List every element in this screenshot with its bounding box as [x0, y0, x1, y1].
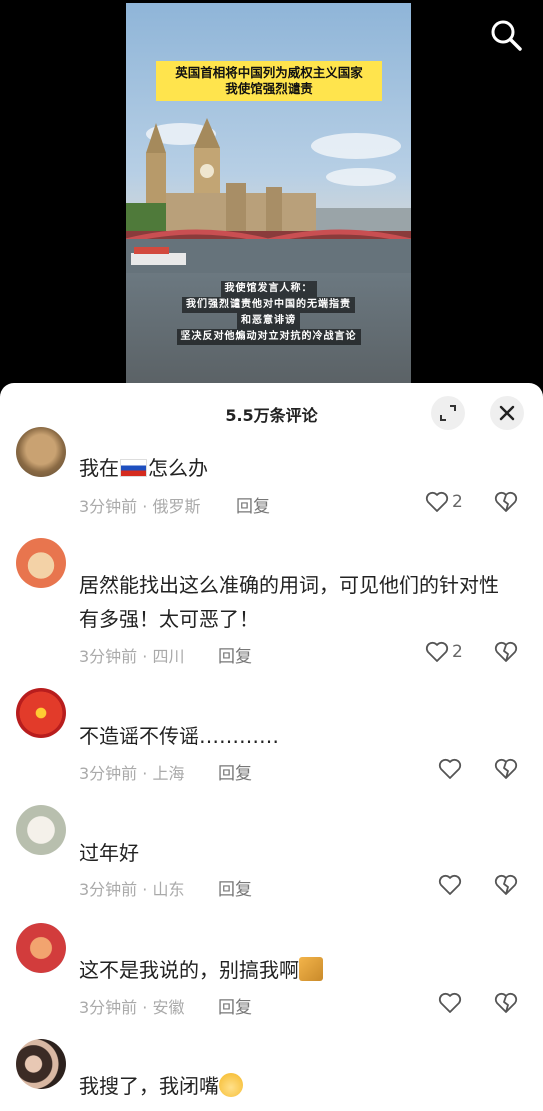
expand-button[interactable]: [431, 396, 465, 430]
avatar[interactable]: [16, 688, 66, 738]
comment-text: 这不是我说的，别搞我啊: [79, 953, 529, 987]
expand-icon: [440, 405, 456, 421]
comment-meta: 3分钟前 · 俄罗斯: [79, 497, 201, 516]
reply-button[interactable]: 回复: [218, 993, 252, 1018]
russia-flag-icon: [120, 459, 147, 477]
heart-icon[interactable]: [438, 992, 462, 1014]
comments-panel: 5.5万条评论 我在 怎么办 3分钟前 · 俄罗斯 回复 2 居然能找出这么准确的…: [0, 383, 543, 1111]
reply-button[interactable]: 回复: [218, 759, 252, 784]
reply-button[interactable]: 回复: [218, 642, 252, 667]
comment-meta: 3分钟前 · 上海: [79, 764, 185, 783]
comment-meta: 3分钟前 · 山东: [79, 880, 185, 899]
cat-emoji-icon: [299, 957, 323, 981]
like-count: 2: [452, 492, 463, 512]
comment-text: 我在 怎么办: [79, 456, 208, 480]
comment-text: 我搜了，我闭嘴: [79, 1069, 529, 1103]
close-button[interactable]: [490, 396, 524, 430]
heart-icon[interactable]: [425, 641, 449, 663]
dislike-icon[interactable]: [494, 874, 518, 896]
comment-meta: 3分钟前 · 四川: [79, 647, 185, 666]
avatar[interactable]: [16, 1039, 66, 1089]
parliament-image: [126, 118, 411, 273]
heart-icon[interactable]: [425, 491, 449, 513]
comment-text: 不造谣不传谣…………: [79, 724, 279, 748]
dislike-icon[interactable]: [494, 992, 518, 1014]
dislike-icon[interactable]: [494, 491, 518, 513]
pleading-face-emoji-icon: [219, 1073, 243, 1097]
reply-button[interactable]: 回复: [236, 492, 270, 517]
avatar[interactable]: [16, 923, 66, 973]
avatar[interactable]: [16, 538, 66, 588]
dislike-icon[interactable]: [494, 758, 518, 780]
comment-text: 居然能找出这么准确的用词，可见他们的针对性 有多强！太可恶了！: [79, 573, 499, 631]
reply-button[interactable]: 回复: [218, 875, 252, 900]
comment-text: 过年好: [79, 841, 139, 865]
avatar[interactable]: [16, 805, 66, 855]
video-thumbnail[interactable]: 英国首相将中国列为威权主义国家 我使馆强烈谴责 我使馆发言人称： 我们强烈谴责他…: [126, 3, 411, 383]
video-headline: 英国首相将中国列为威权主义国家 我使馆强烈谴责: [156, 61, 382, 101]
subtitle-line: 坚决反对他煽动对立对抗的冷战言论: [126, 324, 411, 345]
comment-meta: 3分钟前 · 安徽: [79, 998, 185, 1017]
close-icon: [499, 405, 515, 421]
like-count: 2: [452, 642, 463, 662]
video-player[interactable]: 英国首相将中国列为威权主义国家 我使馆强烈谴责 我使馆发言人称： 我们强烈谴责他…: [0, 0, 543, 392]
avatar[interactable]: [16, 427, 66, 477]
search-icon[interactable]: [489, 18, 523, 52]
heart-icon[interactable]: [438, 758, 462, 780]
dislike-icon[interactable]: [494, 641, 518, 663]
heart-icon[interactable]: [438, 874, 462, 896]
